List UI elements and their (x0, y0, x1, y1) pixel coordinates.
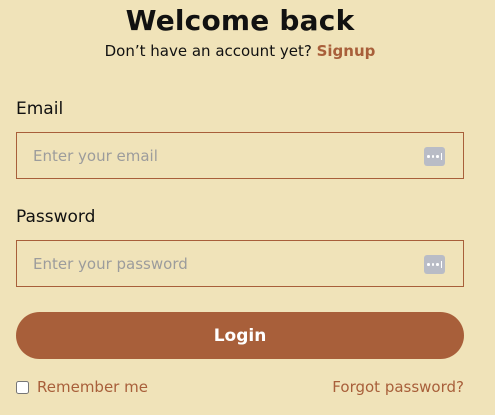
login-button[interactable]: Login (16, 312, 464, 359)
password-manager-icon[interactable] (424, 147, 445, 166)
email-label: Email (16, 99, 64, 119)
email-field-container (16, 132, 464, 179)
remember-me-checkbox[interactable] (16, 380, 29, 394)
signup-prompt: Don’t have an account yet? Signup (16, 42, 464, 60)
password-manager-icon[interactable] (424, 255, 445, 274)
remember-me-label: Remember me (37, 378, 148, 396)
signup-link[interactable]: Signup (317, 42, 376, 60)
password-field[interactable] (17, 241, 463, 286)
remember-me[interactable]: Remember me (16, 378, 148, 396)
email-field[interactable] (17, 133, 463, 178)
forgot-password-link[interactable]: Forgot password? (332, 378, 464, 396)
password-label: Password (16, 207, 96, 227)
page-title: Welcome back (125, 4, 355, 37)
signup-prompt-text: Don’t have an account yet? (104, 42, 312, 60)
password-field-container (16, 240, 464, 287)
